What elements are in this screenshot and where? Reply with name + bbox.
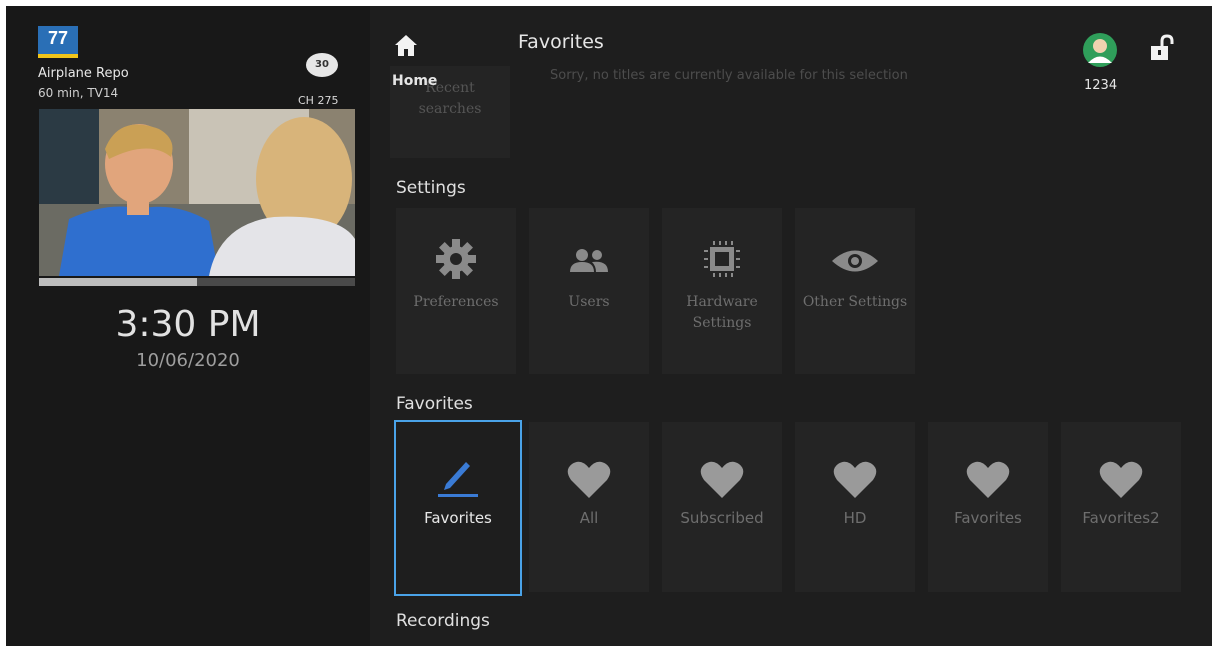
users-icon xyxy=(570,249,608,272)
page-title: Favorites xyxy=(518,31,604,53)
settings-tile-preferences[interactable]: Preferences xyxy=(396,208,516,374)
chip-icon xyxy=(704,241,740,277)
favorites-tile-label: All xyxy=(579,509,599,527)
gear-icon xyxy=(436,239,476,279)
tv-screen: 77 Airplane Repo 60 min, TV14 30 CH 275 … xyxy=(6,6,1212,646)
settings-tile-other[interactable]: Other Settings xyxy=(795,208,915,374)
now-playing-panel: 77 Airplane Repo 60 min, TV14 30 CH 275 … xyxy=(6,6,370,646)
settings-tile-hardware[interactable]: Hardware Settings xyxy=(662,208,782,374)
favorites-tile-hd[interactable]: HD xyxy=(795,422,915,592)
heart-icon xyxy=(700,461,744,498)
playback-progress-fill xyxy=(39,278,197,286)
favorites-tile-favorites[interactable]: Favorites xyxy=(928,422,1048,592)
unlocked-padlock-icon[interactable] xyxy=(1148,34,1176,64)
pencil-icon xyxy=(438,462,478,497)
date: 10/06/2020 xyxy=(136,350,240,371)
favorites-tile-subscribed[interactable]: Subscribed xyxy=(662,422,782,592)
heart-icon xyxy=(1099,461,1143,498)
heart-icon xyxy=(833,461,877,498)
user-code: 1234 xyxy=(1084,78,1118,93)
favorites-section-label: Favorites xyxy=(396,394,473,414)
settings-tile-label: Users xyxy=(568,294,610,310)
empty-selection-message: Sorry, no titles are currently available… xyxy=(550,68,908,83)
favorites-tile-label: Favorites2 xyxy=(1082,509,1160,527)
heart-icon xyxy=(966,461,1010,498)
program-meta: 60 min, TV14 xyxy=(38,86,119,100)
settings-tile-label: Hardware Settings xyxy=(686,294,758,331)
playback-progress xyxy=(39,278,355,286)
settings-section-label: Settings xyxy=(396,178,466,198)
recordings-section-label: Recordings xyxy=(396,611,490,631)
favorites-tile-label: Favorites xyxy=(424,509,492,527)
favorites-tile-all[interactable]: All xyxy=(529,422,649,592)
settings-tile-label: Preferences xyxy=(413,294,499,310)
favorites-tile-label: HD xyxy=(843,509,867,527)
channel-number: CH 275 xyxy=(298,94,339,107)
menu-panel: Recent searches Home Favorites Sorry, no… xyxy=(370,6,1212,646)
home-icon[interactable] xyxy=(392,32,420,60)
settings-tile-users[interactable]: Users xyxy=(529,208,649,374)
video-preview[interactable] xyxy=(39,109,355,276)
channel-logo: 77 xyxy=(38,26,78,58)
favorites-tile-label: Subscribed xyxy=(680,509,764,527)
video-frame-image xyxy=(39,109,355,276)
program-title: Airplane Repo xyxy=(38,66,129,81)
user-avatar-icon[interactable] xyxy=(1082,32,1118,68)
eye-icon xyxy=(832,250,878,272)
heart-icon xyxy=(567,461,611,498)
clock: 3:30 PM xyxy=(115,304,261,345)
home-label[interactable]: Home xyxy=(392,73,437,89)
favorites-tile-label: Favorites xyxy=(954,509,1022,527)
network-logo: 30 xyxy=(306,53,338,77)
settings-tile-label: Other Settings xyxy=(802,294,908,310)
favorites-tile-favorites2[interactable]: Favorites2 xyxy=(1061,422,1181,592)
favorites-tile-edit[interactable]: Favorites xyxy=(394,420,522,596)
